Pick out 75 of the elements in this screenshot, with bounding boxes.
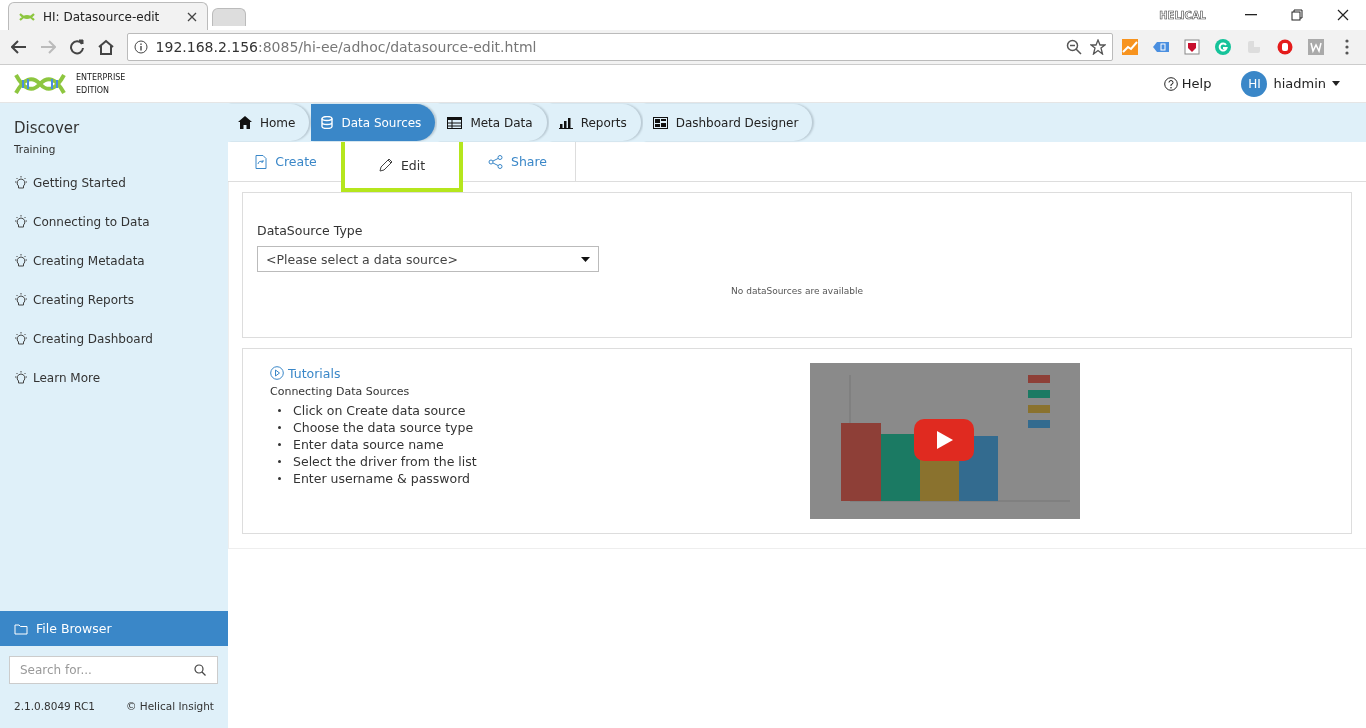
bullet-icon <box>278 426 281 429</box>
help-link[interactable]: Help <box>1163 76 1212 91</box>
document-icon <box>254 154 268 169</box>
lightbulb-icon <box>14 254 28 267</box>
tutorial-step: Choose the data source type <box>293 420 474 435</box>
star-icon[interactable] <box>1089 39 1106 55</box>
datasource-dropdown[interactable]: <Please select a data source> <box>257 246 599 272</box>
share-icon <box>487 154 503 169</box>
minimize-icon[interactable] <box>1245 14 1257 16</box>
tutorials-link[interactable]: Tutorials <box>270 363 810 383</box>
lightbulb-icon <box>14 371 28 384</box>
lightbulb-icon <box>14 176 28 189</box>
bullet-icon <box>278 477 281 480</box>
search-field[interactable]: Search for... <box>9 656 218 684</box>
sidebar-item[interactable]: Learn More <box>0 358 228 397</box>
tutorial-subtitle: Connecting Data Sources <box>270 385 411 398</box>
lightbulb-icon <box>14 293 28 306</box>
caret-icon[interactable] <box>1332 81 1340 86</box>
lightbulb-icon <box>14 332 28 345</box>
nav-tab[interactable]: Dashboard Designer <box>642 104 813 141</box>
helix-icon <box>19 11 35 22</box>
user-menu[interactable]: hiadmin <box>1273 76 1326 91</box>
logo-text: EDITION <box>76 84 111 97</box>
database-icon <box>321 116 334 129</box>
bullet-icon <box>278 443 281 446</box>
play-circle-icon <box>270 366 284 380</box>
tutorial-step: Select the driver from the list <box>293 454 477 469</box>
play-button-icon[interactable] <box>914 419 974 461</box>
pencil-icon <box>378 158 393 172</box>
back-arrow-icon[interactable] <box>10 40 27 54</box>
profile-name[interactable]: HELICAL <box>1159 9 1206 21</box>
folder-icon <box>14 622 28 635</box>
logo-text: ENTERPRISE <box>76 71 126 84</box>
sidebar-subtitle: Training <box>13 142 57 157</box>
sidebar-item[interactable]: Connecting to Data <box>0 202 228 241</box>
home-icon[interactable] <box>97 39 115 55</box>
bullet-icon <box>278 460 281 463</box>
version-text: 2.1.0.8049 RC1 <box>14 700 95 712</box>
shield-extension-icon[interactable] <box>1183 39 1200 55</box>
sidebar-title: Discover <box>13 118 81 137</box>
tag-extension-icon[interactable] <box>1152 39 1169 55</box>
copyright-text: © Helical Insight <box>125 700 214 712</box>
nav-tab[interactable]: Home <box>228 104 310 141</box>
sidebar-item[interactable]: Getting Started <box>0 163 228 202</box>
close-icon[interactable] <box>187 11 197 22</box>
sidebar-item[interactable]: Creating Reports <box>0 280 228 319</box>
zoom-out-icon[interactable] <box>1065 39 1082 55</box>
tutorial-step: Click on Create data source <box>293 403 466 418</box>
nav-tab[interactable]: Data Sources <box>311 104 436 141</box>
browser-tab[interactable]: HI: Datasource-edit <box>8 2 208 30</box>
empty-message: No dataSources are available <box>731 286 863 296</box>
sidebar-item[interactable]: Creating Dashboard <box>0 319 228 358</box>
home-icon <box>238 116 252 129</box>
user-avatar[interactable]: HI <box>1241 70 1268 97</box>
tutorial-step: Enter data source name <box>293 437 444 452</box>
table-icon <box>447 116 463 129</box>
tutorial-step: Enter username & password <box>293 471 471 486</box>
close-icon[interactable] <box>1337 9 1349 21</box>
sub-tab[interactable]: Edit <box>341 142 463 192</box>
caret-icon <box>581 256 590 262</box>
nav-tab[interactable]: Reports <box>548 104 641 141</box>
help-icon <box>1163 76 1178 91</box>
sidebar-item[interactable]: Creating Metadata <box>0 241 228 280</box>
search-icon[interactable] <box>194 664 206 676</box>
dashboard-icon <box>652 116 668 129</box>
restore-icon[interactable] <box>1291 9 1303 21</box>
nav-tab[interactable]: Meta Data <box>437 104 547 141</box>
reload-icon[interactable] <box>68 39 85 55</box>
bullet-icon <box>278 409 281 412</box>
file-browser-button[interactable]: File Browser <box>0 611 228 646</box>
field-label: DataSource Type <box>257 223 364 238</box>
address-bar[interactable]: 192.168.2.156:8085/hi-ee/adhoc/datasource-edit.html <box>126 33 1113 61</box>
lightbulb-icon <box>14 215 28 228</box>
bar-chart-icon <box>558 116 573 129</box>
info-icon <box>133 40 148 54</box>
